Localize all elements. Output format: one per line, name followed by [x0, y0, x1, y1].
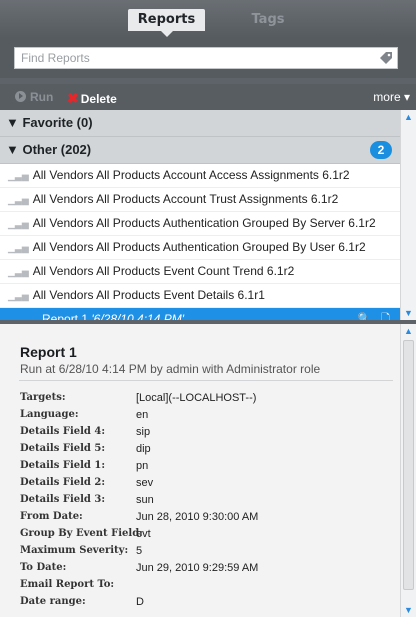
field-key: Language:: [20, 409, 79, 420]
report-toolbar: Run ✖ Delete more ▾: [0, 84, 416, 110]
list-item[interactable]: ▁▃▅ All Vendors All Products Account Acce…: [0, 164, 400, 188]
report-name: All Vendors All Products Authentication …: [32, 216, 376, 230]
report-list: ▼ Favorite (0) ▼ Other (202) 2 ▁▃▅ All Ven…: [0, 110, 400, 320]
field-key: From Date:: [20, 511, 83, 522]
tag-icon[interactable]: [379, 51, 393, 65]
chart-icon: ▁▃▅: [8, 195, 29, 205]
list-item[interactable]: ▁▃▅ All Vendors All Products Account Trus…: [0, 188, 400, 212]
group-label: ▼ Favorite (0): [6, 115, 93, 130]
detail-scrollbar[interactable]: ▲ ▼: [400, 324, 416, 617]
count-badge: 2: [370, 141, 392, 159]
tab-reports[interactable]: Reports: [128, 9, 205, 37]
run-name: Report 1: [42, 312, 89, 320]
run-label: Run: [30, 90, 54, 104]
group-label: ▼ Other (202): [6, 142, 92, 157]
detail-field: From Date: Jun 28, 2010 9:30:00 AM: [20, 511, 380, 526]
field-key: Details Field 1:: [20, 460, 106, 471]
search-row: [0, 38, 416, 78]
detail-field: Maximum Severity: 5: [20, 545, 380, 560]
detail-title: Report 1: [20, 344, 77, 360]
field-key: Details Field 2:: [20, 477, 106, 488]
list-item[interactable]: ▁▃▅ All Vendors All Products Event Count …: [0, 260, 400, 284]
field-key: Details Field 3:: [20, 494, 106, 505]
field-value: dip: [136, 443, 151, 455]
detail-field: Details Field 3: sun: [20, 494, 380, 509]
field-key: Details Field 5:: [20, 443, 106, 454]
report-name: All Vendors All Products Event Details 6…: [32, 288, 265, 302]
detail-field: Targets: [Local](--LOCALHOST--): [20, 392, 380, 407]
field-key: Email Report To:: [20, 579, 115, 590]
more-menu-button[interactable]: more ▾: [373, 90, 410, 104]
scroll-up-icon[interactable]: ▲: [401, 324, 416, 338]
report-name: All Vendors All Products Event Count Tre…: [32, 264, 295, 278]
scroll-down-icon[interactable]: ▼: [401, 603, 416, 617]
field-value: sip: [136, 426, 151, 438]
run-actions: 🔍 🗋: [347, 308, 390, 320]
report-detail-pane: Report 1 Run at 6/28/10 4:14 PM by admin…: [0, 324, 400, 617]
detail-field: Email Report To:: [20, 579, 380, 594]
list-item[interactable]: ▁▃▅ All Vendors All Products Event Detail…: [0, 284, 400, 308]
field-key: Targets:: [20, 392, 66, 403]
list-item[interactable]: ▁▃▅ All Vendors All Products Authenticati…: [0, 236, 400, 260]
scroll-up-icon[interactable]: ▲: [401, 110, 416, 124]
chart-icon: ▁▃▅: [8, 267, 29, 277]
report-name: All Vendors All Products Account Access …: [32, 168, 350, 182]
field-key: Details Field 4:: [20, 426, 106, 437]
run-time: '6/28/10 4:14 PM': [91, 312, 185, 320]
field-value: Jun 28, 2010 9:30:00 AM: [136, 511, 259, 523]
tab-tags[interactable]: Tags: [240, 9, 296, 31]
chart-icon: ▁▃▅: [8, 291, 29, 301]
detail-field: To Date: Jun 29, 2010 9:29:59 AM: [20, 562, 380, 577]
detail-field: Details Field 1: pn: [20, 460, 380, 475]
field-value: sev: [136, 477, 154, 489]
field-value: 5: [136, 545, 143, 557]
delete-button[interactable]: ✖ Delete: [67, 90, 117, 107]
field-value: evt: [136, 528, 151, 540]
scroll-thumb[interactable]: [403, 340, 414, 590]
chart-icon: ▁▃▅: [8, 243, 29, 253]
play-icon: [15, 91, 26, 102]
report-name: All Vendors All Products Account Trust A…: [32, 192, 339, 206]
group-other[interactable]: ▼ Other (202) 2: [0, 137, 400, 164]
selected-report-run[interactable]: Report 1 '6/28/10 4:14 PM' 🔍 🗋: [0, 308, 400, 320]
detail-field: Group By Event Field: evt: [20, 528, 380, 543]
detail-field: Details Field 2: sev: [20, 477, 380, 492]
scroll-down-icon[interactable]: ▼: [401, 306, 416, 320]
search-input[interactable]: [15, 48, 377, 68]
field-value: pn: [136, 460, 149, 472]
field-key: Date range:: [20, 596, 86, 607]
detail-subtitle: Run at 6/28/10 4:14 PM by admin with Adm…: [20, 362, 321, 376]
document-icon[interactable]: 🗋: [381, 313, 390, 320]
detail-field: Language: en: [20, 409, 380, 424]
delete-label: Delete: [80, 92, 117, 106]
list-item[interactable]: ▁▃▅ All Vendors All Products Authenticati…: [0, 212, 400, 236]
run-button[interactable]: Run: [15, 90, 53, 104]
field-value: sun: [136, 494, 154, 506]
list-scrollbar[interactable]: ▲ ▼: [400, 110, 416, 320]
field-key: Maximum Severity:: [20, 545, 129, 556]
field-value: [Local](--LOCALHOST--): [136, 392, 257, 404]
detail-field: Date range: D: [20, 596, 380, 611]
chart-icon: ▁▃▅: [8, 171, 29, 181]
field-key: Group By Event Field:: [20, 528, 143, 539]
field-key: To Date:: [20, 562, 67, 573]
top-tab-bar: Reports Tags: [0, 0, 416, 38]
group-favorite[interactable]: ▼ Favorite (0): [0, 110, 400, 137]
search-box: [14, 47, 398, 69]
field-value: Jun 29, 2010 9:29:59 AM: [136, 562, 259, 574]
chart-icon: ▁▃▅: [8, 219, 29, 229]
field-value: en: [136, 409, 149, 421]
search-icon[interactable]: 🔍: [357, 313, 371, 320]
report-name: All Vendors All Products Authentication …: [32, 240, 366, 254]
detail-field: Details Field 4: sip: [20, 426, 380, 441]
field-value: D: [136, 596, 144, 608]
delete-x-icon: ✖: [67, 90, 79, 106]
divider: [19, 380, 393, 381]
detail-field: Details Field 5: dip: [20, 443, 380, 458]
